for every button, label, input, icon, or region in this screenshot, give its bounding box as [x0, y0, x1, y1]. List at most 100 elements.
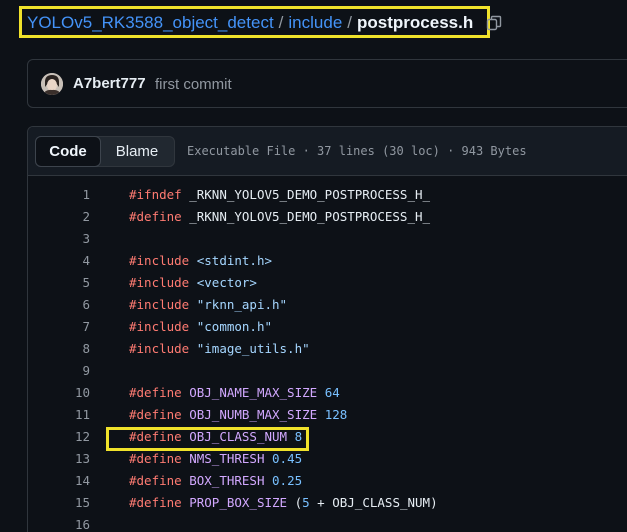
line-code: #ifndef _RKNN_YOLOV5_DEMO_POSTPROCESS_H_ [129, 187, 430, 202]
code-token: define [136, 385, 182, 400]
code-line: 10 #define OBJ_NAME_MAX_SIZE 64 [28, 382, 627, 404]
code-token: _RKNN_YOLOV5_DEMO_POSTPROCESS_H_ [181, 187, 431, 202]
code-token: define [136, 407, 182, 422]
code-line: 9 [28, 360, 627, 382]
code-line: 1 #ifndef _RKNN_YOLOV5_DEMO_POSTPROCESS_H… [28, 184, 627, 206]
commit-message-link[interactable]: first commit [155, 76, 232, 93]
code-token: # [129, 473, 137, 488]
code-token: PROP_BOX_SIZE [189, 495, 288, 510]
code-token: # [129, 209, 137, 224]
line-code: #include "rknn_api.h" [129, 297, 287, 312]
code-token: 128 [324, 407, 348, 422]
tab-code[interactable]: Code [35, 136, 101, 167]
line-number[interactable]: 16 [28, 517, 90, 532]
line-code: #define BOX_THRESH 0.25 [129, 473, 302, 488]
code-line: 2 #define _RKNN_YOLOV5_DEMO_POSTPROCESS_H… [28, 206, 627, 228]
code-line: 14 #define BOX_THRESH 0.25 [28, 470, 627, 492]
code-token: OBJ_NAME_MAX_SIZE [189, 385, 318, 400]
code-token: define [136, 209, 182, 224]
code-line: 16 [28, 514, 627, 532]
code-token: "rknn_api.h" [196, 297, 288, 312]
code-line: 6 #include "rknn_api.h" [28, 294, 627, 316]
view-mode-toggle: Code Blame [35, 136, 175, 167]
file-header: Code Blame Executable File · 37 lines (3… [28, 127, 627, 176]
line-number[interactable]: 14 [28, 473, 90, 488]
line-code: #define OBJ_NAME_MAX_SIZE 64 [129, 385, 340, 400]
code-token: include [136, 297, 190, 312]
line-number[interactable]: 9 [28, 363, 90, 378]
line-code: #define PROP_BOX_SIZE (5 + OBJ_CLASS_NUM… [129, 495, 438, 510]
code-token: define [136, 495, 182, 510]
line-number[interactable]: 11 [28, 407, 90, 422]
code-token: # [129, 385, 137, 400]
line-number[interactable]: 1 [28, 187, 90, 202]
line-code: #include "image_utils.h" [129, 341, 310, 356]
line-number[interactable]: 7 [28, 319, 90, 334]
line-number[interactable]: 5 [28, 275, 90, 290]
code-token: + OBJ_CLASS_NUM) [309, 495, 438, 510]
code-token: # [129, 187, 137, 202]
code-token: # [129, 319, 137, 334]
code-token: include [136, 319, 190, 334]
line-number[interactable]: 13 [28, 451, 90, 466]
line-number[interactable]: 4 [28, 253, 90, 268]
code-token: # [129, 275, 137, 290]
tab-blame[interactable]: Blame [101, 137, 173, 166]
line-code: #define OBJ_NUMB_MAX_SIZE 128 [129, 407, 347, 422]
code-token: include [136, 275, 190, 290]
copy-path-button[interactable] [484, 13, 504, 33]
line-number[interactable]: 2 [28, 209, 90, 224]
code-line: 3 [28, 228, 627, 250]
code-line: 15 #define PROP_BOX_SIZE (5 + OBJ_CLASS_N… [28, 492, 627, 514]
code-token: 5 [302, 495, 310, 510]
line-code: #include <vector> [129, 275, 257, 290]
line-number[interactable]: 12 [28, 429, 90, 444]
code-line-highlight-box [106, 427, 309, 451]
code-line: 13 #define NMS_THRESH 0.45 [28, 448, 627, 470]
code-token: ifndef [136, 187, 182, 202]
line-code: #include "common.h" [129, 319, 272, 334]
line-code: #include <stdint.h> [129, 253, 272, 268]
line-number[interactable]: 6 [28, 297, 90, 312]
code-token: # [129, 407, 137, 422]
line-number[interactable]: 8 [28, 341, 90, 356]
code-token: "common.h" [196, 319, 273, 334]
code-token: NMS_THRESH [189, 451, 265, 466]
code-token: define [136, 473, 182, 488]
file-viewer: Code Blame Executable File · 37 lines (3… [27, 126, 627, 532]
code-token: <stdint.h> [196, 253, 273, 268]
avatar[interactable] [41, 73, 63, 95]
line-number[interactable]: 10 [28, 385, 90, 400]
breadcrumb-highlight-box [19, 6, 490, 38]
commit-author-link[interactable]: A7bert777 [73, 75, 146, 92]
copy-icon [486, 15, 502, 31]
code-token: 64 [324, 385, 340, 400]
code-token: include [136, 253, 190, 268]
code-token: define [136, 451, 182, 466]
code-line: 7 #include "common.h" [28, 316, 627, 338]
line-number[interactable]: 3 [28, 231, 90, 246]
code-token: OBJ_NUMB_MAX_SIZE [189, 407, 318, 422]
code-token: # [129, 451, 137, 466]
code-token: # [129, 297, 137, 312]
code-token: include [136, 341, 190, 356]
latest-commit-bar: A7bert777 first commit [27, 59, 627, 108]
code-token: <vector> [196, 275, 257, 290]
code-token: # [129, 253, 137, 268]
code-line: 4 #include <stdint.h> [28, 250, 627, 272]
code-token: "image_utils.h" [196, 341, 310, 356]
code-view[interactable]: 1 #ifndef _RKNN_YOLOV5_DEMO_POSTPROCESS_H… [28, 184, 627, 532]
line-number[interactable]: 15 [28, 495, 90, 510]
code-line: 8 #include "image_utils.h" [28, 338, 627, 360]
code-token: BOX_THRESH [189, 473, 265, 488]
file-info: Executable File · 37 lines (30 loc) · 94… [187, 144, 527, 158]
